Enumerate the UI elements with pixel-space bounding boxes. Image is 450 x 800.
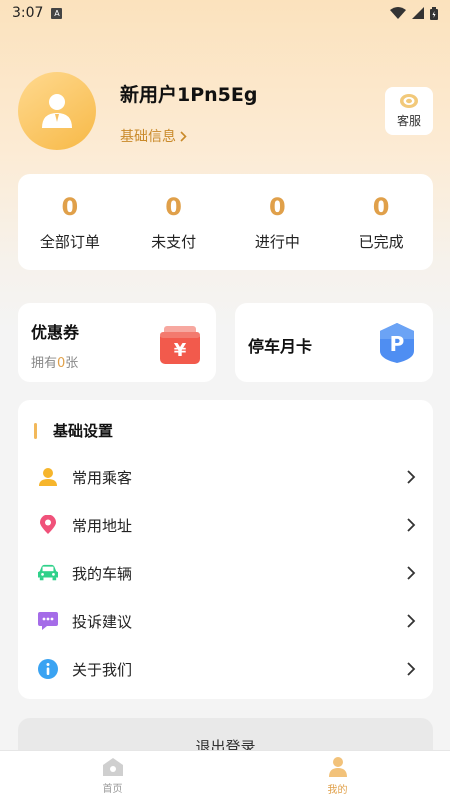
order-label: 已完成	[358, 232, 404, 251]
username: 新用户1Pn5Eg	[120, 84, 258, 106]
status-time: 3:07	[12, 5, 44, 21]
settings-item-addresses[interactable]: 常用地址	[18, 501, 433, 549]
settings-title: 基础设置	[53, 422, 114, 440]
order-count: 0	[165, 192, 182, 221]
chevron-right-icon	[407, 470, 416, 484]
chevron-right-icon	[407, 662, 416, 676]
section-accent-bar	[34, 422, 37, 439]
chevron-right-icon	[180, 130, 187, 142]
status-icons	[390, 6, 438, 20]
status-bar: 3:07 A	[0, 0, 450, 26]
order-label: 全部订单	[39, 232, 100, 251]
coupon-count-prefix: 拥有	[31, 356, 58, 371]
order-count: 0	[61, 192, 79, 221]
location-pin-icon	[38, 515, 58, 535]
settings-item-label: 我的车辆	[72, 564, 133, 583]
coupon-ticket-icon: ¥	[160, 326, 200, 364]
tab-home[interactable]: 首页	[0, 751, 225, 800]
cell-signal-icon	[412, 7, 424, 19]
basic-info-link[interactable]: 基础信息	[120, 126, 187, 146]
settings-item-passengers[interactable]: 常用乘客	[18, 453, 433, 501]
settings-item-label: 常用地址	[72, 516, 133, 535]
order-count: 0	[269, 192, 286, 221]
coupon-icon-glyph: ¥	[174, 340, 187, 361]
bottom-tab-bar: 首页 我的	[0, 750, 450, 800]
settings-list: 常用乘客 常用地址 我的车辆 投诉建议 关于我们	[18, 453, 433, 693]
tab-mine[interactable]: 我的	[225, 751, 450, 800]
headset-icon	[400, 94, 418, 108]
notification-icon: A	[51, 7, 63, 19]
car-icon	[38, 563, 58, 583]
settings-item-vehicles[interactable]: 我的车辆	[18, 549, 433, 597]
basic-info-label: 基础信息	[120, 129, 176, 145]
chevron-right-icon	[407, 518, 416, 532]
user-silhouette-icon	[42, 94, 72, 128]
coupon-title: 优惠券	[31, 323, 80, 342]
wifi-icon	[390, 7, 406, 19]
tab-label: 首页	[102, 783, 123, 795]
order-stat-unpaid[interactable]: 0 未支付	[122, 174, 226, 270]
coupon-count-suffix: 张	[65, 356, 79, 371]
order-label: 进行中	[254, 232, 300, 251]
avatar[interactable]	[18, 72, 96, 150]
order-label: 未支付	[151, 232, 197, 251]
settings-item-label: 常用乘客	[72, 468, 133, 487]
passenger-icon	[38, 467, 58, 487]
chevron-right-icon	[407, 566, 416, 580]
parking-card[interactable]: 停车月卡 P	[235, 303, 433, 382]
settings-item-about[interactable]: 关于我们	[18, 645, 433, 693]
settings-item-label: 投诉建议	[72, 612, 133, 631]
settings-item-label: 关于我们	[72, 660, 133, 679]
order-count: 0	[372, 192, 390, 221]
settings-header: 基础设置	[34, 420, 113, 441]
orders-card: 0 全部订单 0 未支付 0 进行中 0 已完成	[18, 174, 433, 270]
chat-bubble-icon	[38, 611, 58, 631]
parking-p-icon: P	[380, 323, 414, 363]
customer-service-label: 客服	[396, 114, 421, 128]
order-stat-completed[interactable]: 0 已完成	[329, 174, 433, 270]
parking-title: 停车月卡	[248, 337, 313, 356]
info-icon	[38, 659, 58, 679]
order-stat-in-progress[interactable]: 0 进行中	[226, 174, 330, 270]
chevron-right-icon	[407, 614, 416, 628]
battery-icon	[430, 6, 438, 20]
user-icon	[328, 756, 347, 777]
order-stat-all[interactable]: 0 全部订单	[18, 174, 122, 270]
tab-label: 我的	[327, 784, 348, 796]
customer-service-button[interactable]: 客服	[385, 87, 433, 135]
home-icon	[102, 757, 123, 776]
coupon-card[interactable]: 优惠券 拥有0张 ¥	[18, 303, 216, 382]
settings-item-feedback[interactable]: 投诉建议	[18, 597, 433, 645]
coupon-count-text: 拥有0张	[31, 352, 78, 371]
settings-card: 基础设置 常用乘客 常用地址 我的车辆 投诉建议 关于我们	[18, 400, 433, 699]
parking-icon-glyph: P	[390, 332, 405, 356]
header-background	[0, 0, 450, 330]
